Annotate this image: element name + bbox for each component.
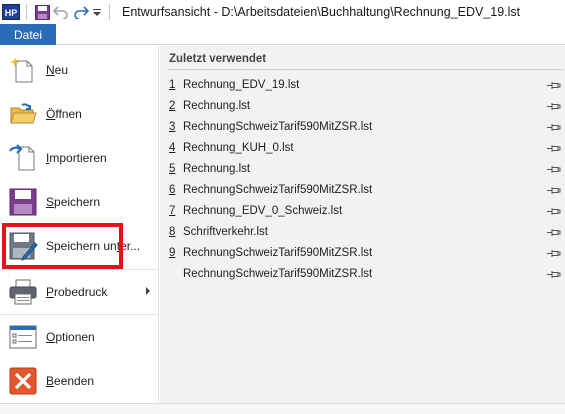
pin-icon[interactable] bbox=[547, 186, 561, 195]
open-folder-icon bbox=[10, 103, 37, 124]
save-icon bbox=[9, 188, 37, 216]
exit-close-icon bbox=[9, 367, 37, 395]
printer-icon bbox=[9, 279, 37, 305]
pin-icon[interactable] bbox=[547, 165, 561, 174]
window-title: Entwurfsansicht - D:\Arbeitsdateien\Buch… bbox=[122, 5, 521, 19]
recent-file-item[interactable]: 6 RechnungSchweizTarif590MitZSR.lst bbox=[160, 180, 565, 201]
application-window: HP Entwurfsansicht - D:\Arbeitsdateien\B… bbox=[0, 0, 565, 414]
menu-item-beenden[interactable]: Beenden bbox=[0, 359, 159, 403]
pin-icon[interactable] bbox=[547, 228, 561, 237]
menu-item-probedruck[interactable]: Probedruck bbox=[0, 270, 159, 314]
bottom-status-strip bbox=[0, 403, 565, 414]
heading-divider bbox=[168, 69, 563, 70]
recent-file-item[interactable]: 5 Rechnung.lst bbox=[160, 159, 565, 180]
pin-icon[interactable] bbox=[547, 81, 561, 90]
recent-file-item[interactable]: 1 Rechnung_EDV_19.lst bbox=[160, 75, 565, 96]
new-document-icon bbox=[10, 57, 33, 83]
options-window-icon bbox=[9, 325, 37, 349]
menu-item-oeffnen[interactable]: Öffnen bbox=[0, 92, 159, 136]
menu-item-neu[interactable]: Neu bbox=[0, 48, 159, 92]
recent-file-item[interactable]: 9 RechnungSchweizTarif590MitZSR.lst bbox=[160, 243, 565, 264]
title-bar: HP Entwurfsansicht - D:\Arbeitsdateien\B… bbox=[0, 0, 565, 24]
pin-icon[interactable] bbox=[547, 207, 561, 216]
submenu-arrow-icon bbox=[146, 287, 150, 295]
customize-toolbar-chevron-icon[interactable] bbox=[91, 1, 103, 23]
recent-file-item[interactable]: 2 Rechnung.lst bbox=[160, 96, 565, 117]
quick-save-icon[interactable] bbox=[33, 1, 51, 23]
toolbar-separator bbox=[109, 4, 110, 20]
recent-file-item[interactable]: 8 Schriftverkehr.lst bbox=[160, 222, 565, 243]
menu-item-speichern[interactable]: Speichern bbox=[0, 180, 159, 224]
ribbon-tab-strip: Datei bbox=[0, 24, 565, 45]
undo-icon[interactable] bbox=[51, 1, 71, 23]
menu-item-importieren[interactable]: Importieren bbox=[0, 136, 159, 180]
recent-file-item[interactable]: 3 RechnungSchweizTarif590MitZSR.lst bbox=[160, 117, 565, 138]
pin-icon[interactable] bbox=[547, 249, 561, 258]
pin-icon[interactable] bbox=[547, 144, 561, 153]
import-icon bbox=[9, 144, 35, 171]
app-icon[interactable]: HP bbox=[0, 1, 20, 23]
speichern-highlight-box bbox=[2, 223, 123, 269]
menu-item-optionen[interactable]: Optionen bbox=[0, 315, 159, 359]
recent-file-item[interactable]: 7 Rechnung_EDV_0_Schweiz.lst bbox=[160, 201, 565, 222]
tab-datei[interactable]: Datei bbox=[0, 24, 56, 45]
pin-icon[interactable] bbox=[547, 270, 561, 279]
file-menu: Neu Öffnen Importieren Speichern Speiche… bbox=[0, 46, 159, 403]
toolbar-separator bbox=[26, 4, 27, 20]
recent-files-panel: Zuletzt verwendet 1 Rechnung_EDV_19.lst … bbox=[160, 46, 565, 403]
pin-icon[interactable] bbox=[547, 102, 561, 111]
pin-icon[interactable] bbox=[547, 123, 561, 132]
recent-file-item[interactable]: RechnungSchweizTarif590MitZSR.lst bbox=[160, 264, 565, 285]
recent-files-heading: Zuletzt verwendet bbox=[169, 53, 267, 65]
recent-file-item[interactable]: 4 Rechnung_KUH_0.lst bbox=[160, 138, 565, 159]
redo-icon[interactable] bbox=[71, 1, 91, 23]
svg-text:HP: HP bbox=[5, 8, 18, 18]
